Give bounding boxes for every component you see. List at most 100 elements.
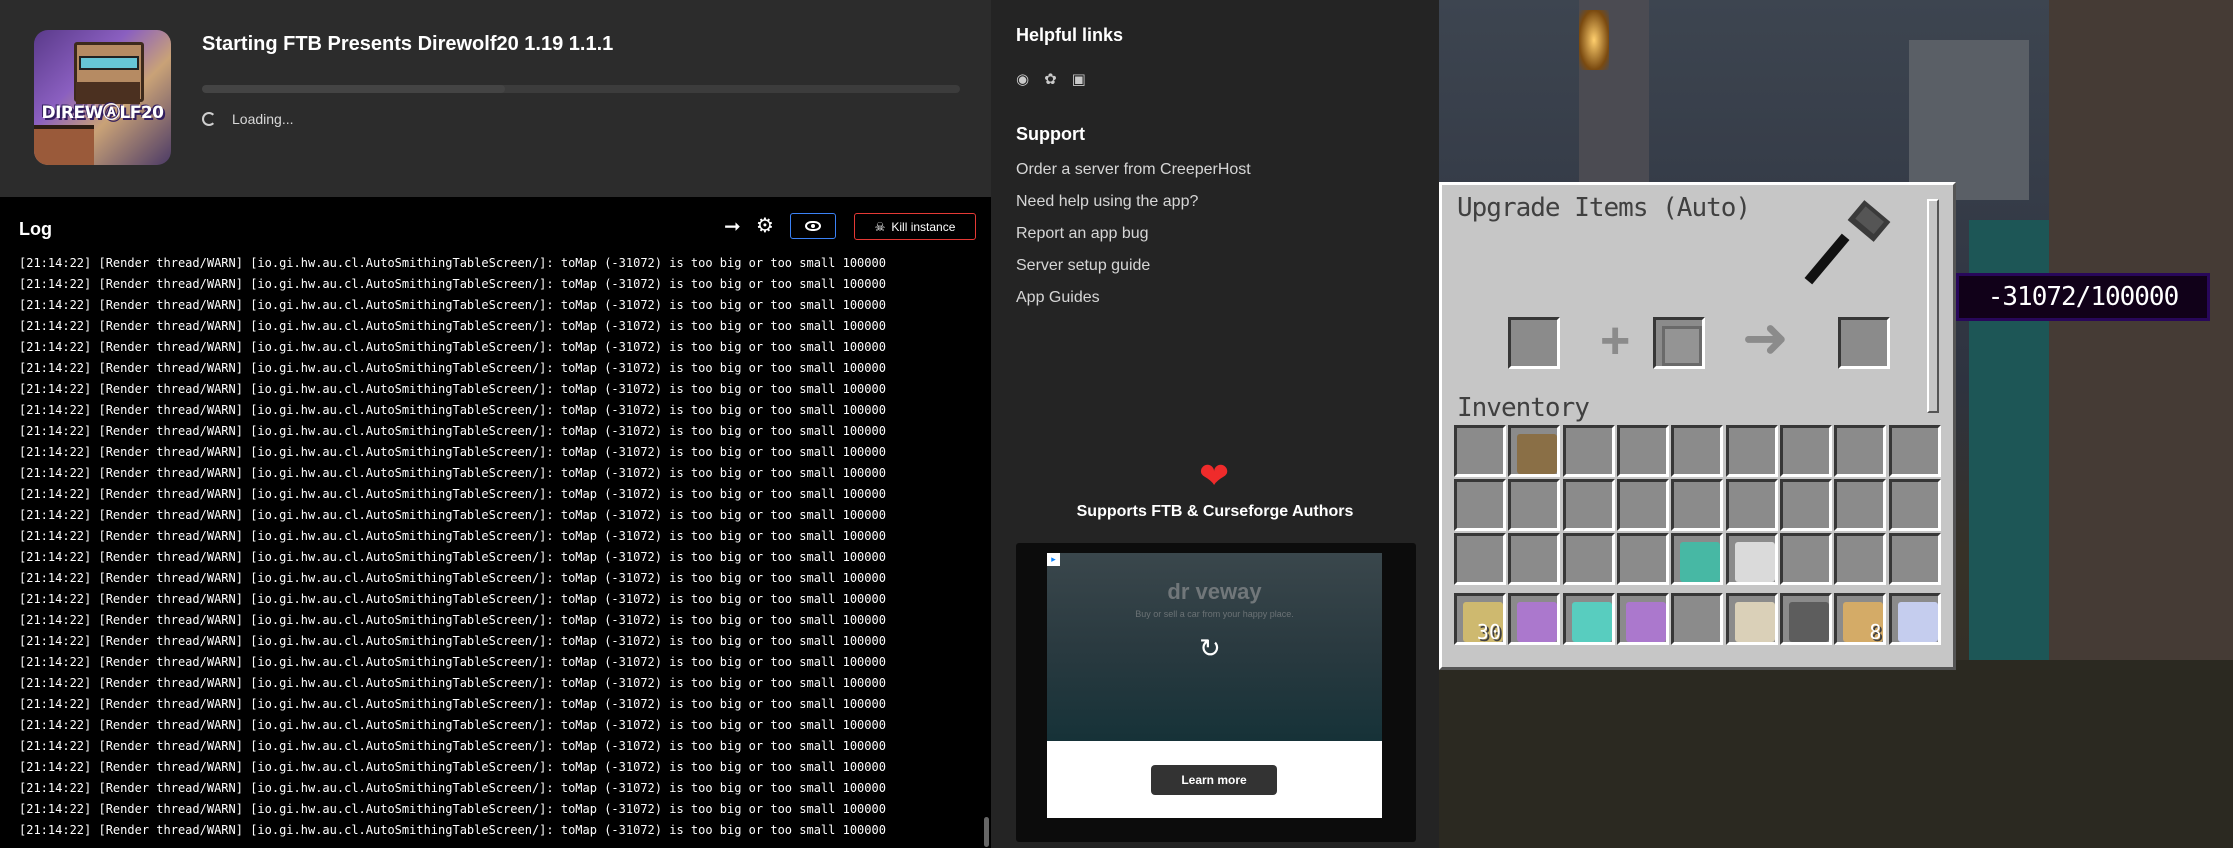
inventory-slot[interactable] <box>1834 479 1887 531</box>
skull-icon: ☠ <box>874 219 886 234</box>
inventory-slot[interactable] <box>1888 533 1941 585</box>
hotbar-slot[interactable] <box>1671 593 1724 645</box>
ad-subtitle: Buy or sell a car from your happy place. <box>1135 609 1294 619</box>
inventory-slot[interactable] <box>1508 479 1561 531</box>
helpful-links-title: Helpful links <box>1016 25 1124 45</box>
link-app-guides[interactable]: App Guides <box>1016 289 1100 307</box>
hotbar-slot[interactable] <box>1780 593 1833 645</box>
toggle-view-button[interactable] <box>790 213 836 239</box>
inventory-slot[interactable] <box>1562 479 1615 531</box>
gui-title: Upgrade Items (Auto) <box>1457 193 1751 223</box>
twitch-icon[interactable]: ▣ <box>1072 70 1086 88</box>
gui-scroll-thumb[interactable] <box>1927 199 1939 413</box>
hotbar-slot[interactable]: 8 <box>1834 593 1887 645</box>
game-view[interactable]: Upgrade Items (Auto) + ➜ Inventory 30 8 -… <box>1439 0 2233 848</box>
link-report-bug[interactable]: Report an app bug <box>1016 225 1149 243</box>
axe-icon <box>1680 542 1721 582</box>
inventory-slot[interactable] <box>1780 479 1833 531</box>
log-line: [21:14:22] [Render thread/WARN] [io.gi.h… <box>19 571 886 585</box>
log-line: [21:14:22] [Render thread/WARN] [io.gi.h… <box>19 550 886 564</box>
hotbar-slot[interactable]: 30 <box>1454 593 1506 645</box>
ad-learn-more-button[interactable]: Learn more <box>1151 765 1277 795</box>
inventory-slot[interactable] <box>1725 533 1778 585</box>
thumbnail-logo-text: DIREWⒶLF20 <box>41 103 165 123</box>
support-title: Support <box>1016 124 1085 144</box>
log-line: [21:14:22] [Render thread/WARN] [io.gi.h… <box>19 277 886 291</box>
gear-icon[interactable]: ⚙ <box>756 213 774 238</box>
log-line: [21:14:22] [Render thread/WARN] [io.gi.h… <box>19 508 886 522</box>
inventory-slot[interactable] <box>1671 533 1724 585</box>
game-floor <box>1439 660 2233 848</box>
bow-icon <box>1517 602 1558 642</box>
ad-container: ▸ dr veway Buy or sell a car from your h… <box>1016 543 1416 842</box>
info-sidebar: Helpful links ◉ ✿ ▣ Support Order a serv… <box>991 0 1439 848</box>
hotbar-slot[interactable] <box>1508 593 1561 645</box>
supports-authors-text: Supports FTB & Curseforge Authors <box>1076 503 1354 520</box>
inventory-slot[interactable] <box>1508 425 1561 477</box>
input-slot[interactable] <box>1508 317 1560 369</box>
pickaxe-icon <box>1626 602 1667 642</box>
potion-icon <box>1897 602 1938 642</box>
plus-icon: + <box>1600 312 1631 370</box>
inventory-slot[interactable] <box>1454 533 1506 585</box>
adchoices-icon[interactable]: ▸ <box>1047 553 1060 566</box>
log-panel: Log ➞ ⚙ ☠ Kill instance [21:14:22] [Rend… <box>0 197 991 848</box>
inventory-slot[interactable] <box>1888 479 1941 531</box>
link-order-server[interactable]: Order a server from CreeperHost <box>1016 161 1251 179</box>
inventory-slot[interactable] <box>1617 425 1670 477</box>
inventory-slot[interactable] <box>1834 425 1887 477</box>
launch-progress-bar <box>202 85 960 93</box>
inventory-slot[interactable] <box>1454 425 1506 477</box>
arrow-right-icon[interactable]: ➞ <box>724 214 741 239</box>
game-block <box>1909 40 2029 200</box>
inventory-slot[interactable] <box>1617 479 1670 531</box>
inventory-slot[interactable] <box>1780 533 1833 585</box>
discord-icon[interactable]: ◉ <box>1016 70 1029 88</box>
hotbar-slot[interactable] <box>1562 593 1615 645</box>
inventory-slot[interactable] <box>1725 479 1778 531</box>
inventory-slot[interactable] <box>1780 425 1833 477</box>
link-need-help[interactable]: Need help using the app? <box>1016 193 1198 211</box>
hotbar-slot[interactable] <box>1617 593 1670 645</box>
log-line: [21:14:22] [Render thread/WARN] [io.gi.h… <box>19 466 886 480</box>
eye-icon <box>805 221 821 231</box>
material-slot[interactable] <box>1653 317 1705 369</box>
log-line: [21:14:22] [Render thread/WARN] [io.gi.h… <box>19 319 886 333</box>
hotbar-slot[interactable] <box>1725 593 1778 645</box>
gui-scrollbar[interactable] <box>1927 199 1939 413</box>
log-line: [21:14:22] [Render thread/WARN] [io.gi.h… <box>19 487 886 501</box>
inventory-slot[interactable] <box>1671 425 1724 477</box>
kill-instance-button[interactable]: ☠ Kill instance <box>854 213 976 240</box>
log-line: [21:14:22] [Render thread/WARN] [io.gi.h… <box>19 256 886 270</box>
progress-tooltip: -31072/100000 <box>1956 273 2210 321</box>
inventory-slot[interactable] <box>1562 425 1615 477</box>
scroll-icon <box>1734 602 1775 642</box>
log-scrollbar[interactable] <box>984 817 989 847</box>
ad-frame[interactable]: ▸ dr veway Buy or sell a car from your h… <box>1047 553 1382 818</box>
inventory-slot[interactable] <box>1617 533 1670 585</box>
modpack-thumbnail: DIREWⒶLF20 <box>34 30 171 165</box>
inventory-slot[interactable] <box>1562 533 1615 585</box>
log-line: [21:14:22] [Render thread/WARN] [io.gi.h… <box>19 823 886 837</box>
inventory-slot[interactable] <box>1671 479 1724 531</box>
inventory-slot[interactable] <box>1834 533 1887 585</box>
ad-image[interactable]: ▸ dr veway Buy or sell a car from your h… <box>1047 553 1382 741</box>
log-title: Log <box>19 219 52 239</box>
log-output[interactable]: [21:14:22] [Render thread/WARN] [io.gi.h… <box>19 253 979 848</box>
replay-icon[interactable]: ↻ <box>1199 633 1221 664</box>
instance-panel: DIREWⒶLF20 Starting FTB Presents Direwol… <box>0 0 991 848</box>
inventory-slot[interactable] <box>1454 479 1506 531</box>
inventory-slot[interactable] <box>1508 533 1561 585</box>
link-server-setup[interactable]: Server setup guide <box>1016 257 1150 275</box>
inventory-slot[interactable] <box>1725 425 1778 477</box>
twitter-icon[interactable]: ✿ <box>1044 70 1057 88</box>
hotbar-slot[interactable] <box>1888 593 1941 645</box>
log-line: [21:14:22] [Render thread/WARN] [io.gi.h… <box>19 361 886 375</box>
log-line: [21:14:22] [Render thread/WARN] [io.gi.h… <box>19 697 886 711</box>
inventory-slot[interactable] <box>1888 425 1941 477</box>
kill-instance-label: Kill instance <box>891 219 956 234</box>
launch-progress-fill <box>202 85 506 93</box>
ad-brand: dr veway <box>1167 579 1262 604</box>
arrow-icon: ➜ <box>1742 306 1789 369</box>
output-slot[interactable] <box>1838 317 1890 369</box>
